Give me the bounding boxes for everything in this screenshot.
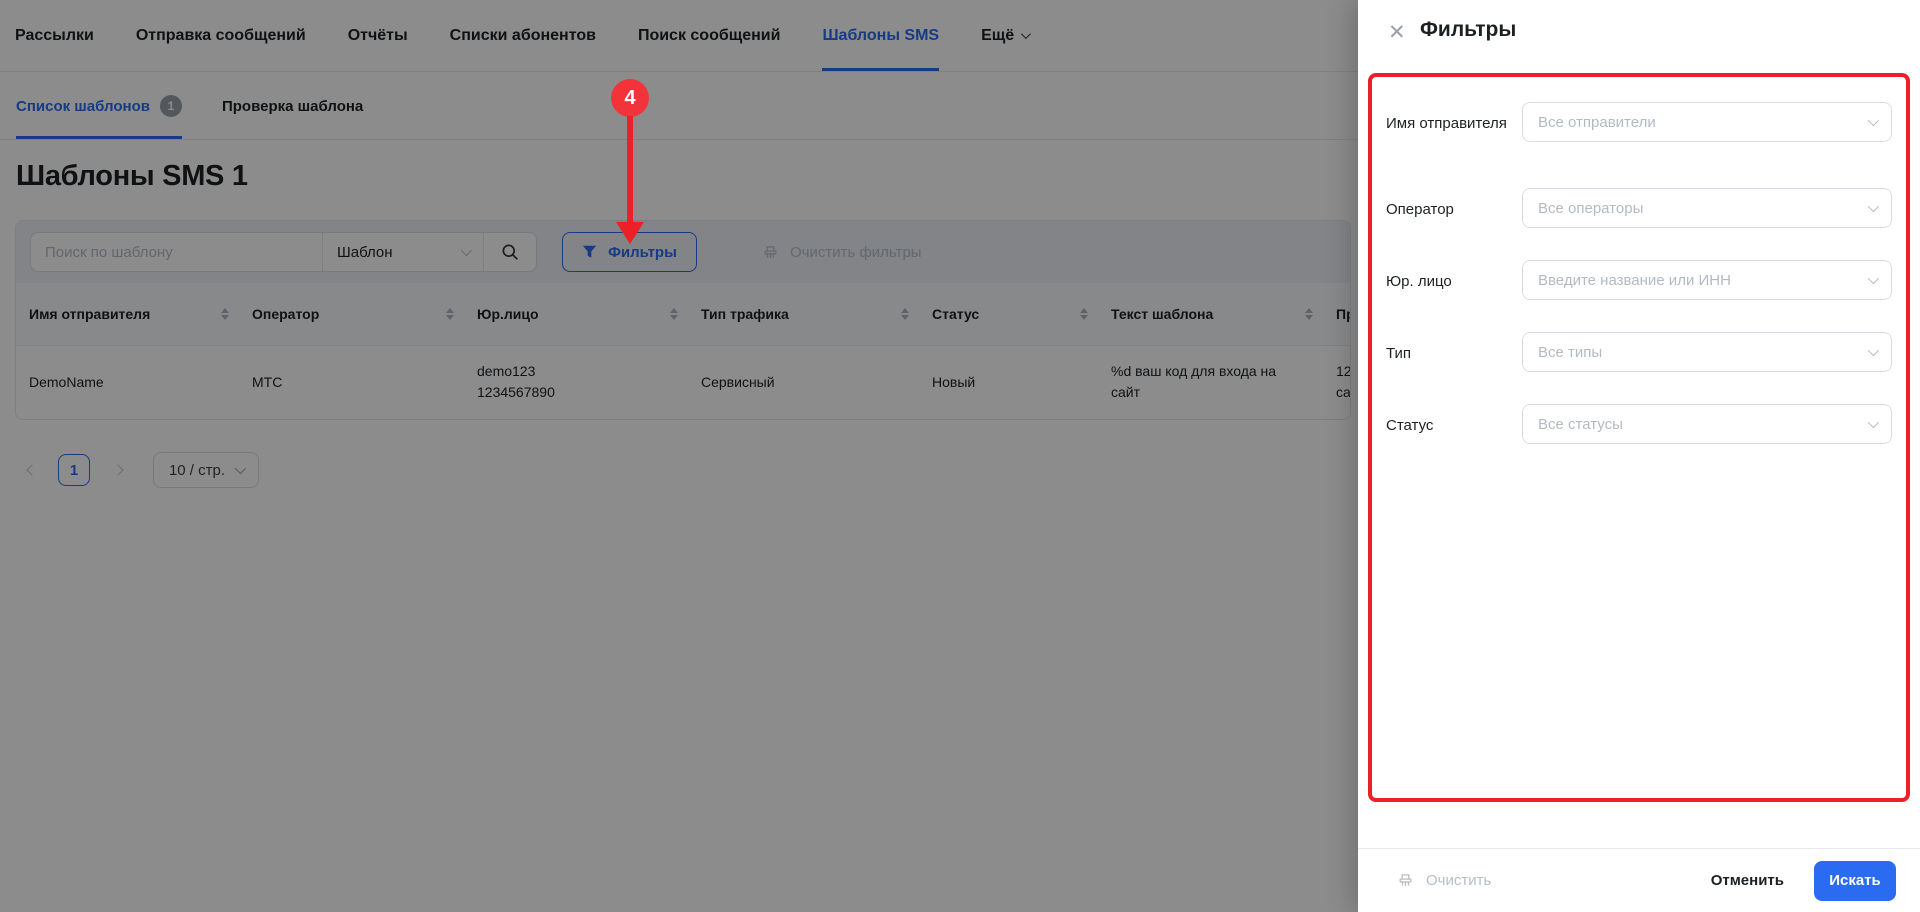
- select-placeholder: Введите название или ИНН: [1538, 271, 1731, 289]
- drawer-footer: Очистить Отменить Искать: [1358, 848, 1920, 912]
- select-placeholder: Все статусы: [1538, 415, 1623, 433]
- type-select[interactable]: Все типы: [1522, 332, 1892, 372]
- chevron-down-icon: [1867, 272, 1880, 285]
- dim-overlay[interactable]: [0, 0, 1358, 912]
- filter-label: Тип: [1386, 345, 1412, 362]
- clear-broom-icon: [1399, 874, 1412, 886]
- filter-row-operator: Оператор Все операторы: [1358, 188, 1920, 228]
- drawer-title: Фильтры: [1420, 18, 1517, 41]
- select-placeholder: Все отправители: [1538, 113, 1656, 131]
- chevron-down-icon: [1867, 114, 1880, 127]
- filters-drawer: ✕ Фильтры Имя отправителя Все отправител…: [1358, 0, 1920, 912]
- filter-row-status: Статус Все статусы: [1358, 404, 1920, 444]
- legal-entity-select[interactable]: Введите название или ИНН: [1522, 260, 1892, 300]
- filter-row-sender: Имя отправителя Все отправители: [1358, 102, 1920, 142]
- filter-label: Юр. лицо: [1386, 273, 1452, 290]
- filter-label: Оператор: [1386, 201, 1454, 218]
- drawer-cancel-button[interactable]: Отменить: [1711, 872, 1784, 889]
- drawer-search-button[interactable]: Искать: [1814, 860, 1896, 901]
- chevron-down-icon: [1867, 416, 1880, 429]
- filter-row-type: Тип Все типы: [1358, 332, 1920, 372]
- select-placeholder: Все операторы: [1538, 199, 1644, 217]
- filter-label: Имя отправителя: [1386, 115, 1507, 132]
- chevron-down-icon: [1867, 200, 1880, 213]
- drawer-clear-label: Очистить: [1426, 872, 1492, 889]
- filter-row-legal: Юр. лицо Введите название или ИНН: [1358, 260, 1920, 300]
- select-placeholder: Все типы: [1538, 343, 1603, 361]
- chevron-down-icon: [1867, 344, 1880, 357]
- filter-label: Статус: [1386, 417, 1434, 434]
- status-select[interactable]: Все статусы: [1522, 404, 1892, 444]
- close-icon[interactable]: ✕: [1388, 22, 1406, 43]
- operator-select[interactable]: Все операторы: [1522, 188, 1892, 228]
- drawer-clear-button[interactable]: Очистить: [1398, 872, 1491, 889]
- sender-select[interactable]: Все отправители: [1522, 102, 1892, 142]
